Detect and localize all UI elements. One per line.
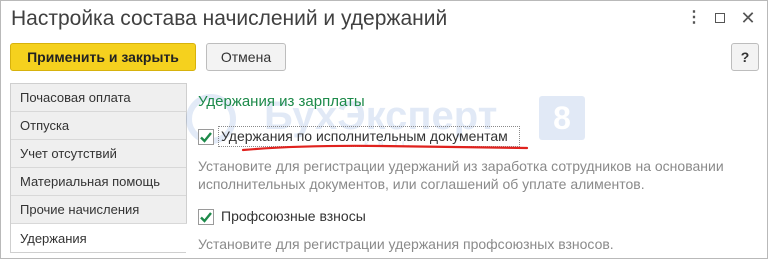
sidebar-item-hourly-pay[interactable]: Почасовая оплата: [11, 84, 187, 112]
apply-and-close-button[interactable]: Применить и закрыть: [10, 43, 196, 71]
writs-deductions-checkbox[interactable]: [198, 129, 214, 145]
maximize-icon[interactable]: [711, 9, 729, 27]
checkmark-icon: [200, 132, 212, 143]
watermark-badge: 8: [539, 96, 585, 140]
sidebar-divider: [186, 83, 187, 223]
union-dues-label[interactable]: Профсоюзные взносы: [221, 208, 366, 224]
cancel-button[interactable]: Отмена: [206, 43, 286, 71]
sidebar-item-vacations[interactable]: Отпуска: [11, 112, 187, 140]
sidebar-item-absences[interactable]: Учет отсутствий: [11, 140, 187, 168]
checkmark-icon: [200, 212, 212, 223]
help-button[interactable]: ?: [731, 43, 759, 71]
more-icon[interactable]: ⋮: [685, 9, 703, 27]
sidebar-item-material-aid[interactable]: Материальная помощь: [11, 168, 187, 196]
description-line: Установите для регистрации удержаний из …: [198, 158, 724, 174]
union-dues-checkbox[interactable]: [198, 209, 214, 225]
writs-deductions-description: Установите для регистрации удержаний из …: [198, 157, 724, 193]
red-underline-annotation: [241, 144, 529, 152]
window-title: Настройка состава начислений и удержаний: [11, 7, 448, 30]
section-title: Удержания из зарплаты: [198, 93, 365, 110]
settings-window: Настройка состава начислений и удержаний…: [0, 0, 768, 259]
close-icon[interactable]: ✕: [739, 8, 757, 28]
sidebar-item-deductions[interactable]: Удержания: [11, 224, 187, 252]
sidebar-item-other-accruals[interactable]: Прочие начисления: [11, 196, 187, 224]
union-dues-description: Установите для регистрации удержания про…: [198, 236, 614, 252]
sidebar: Почасовая оплата Отпуска Учет отсутствий…: [10, 83, 187, 253]
description-line: исполнительных документов, или соглашени…: [198, 176, 645, 192]
